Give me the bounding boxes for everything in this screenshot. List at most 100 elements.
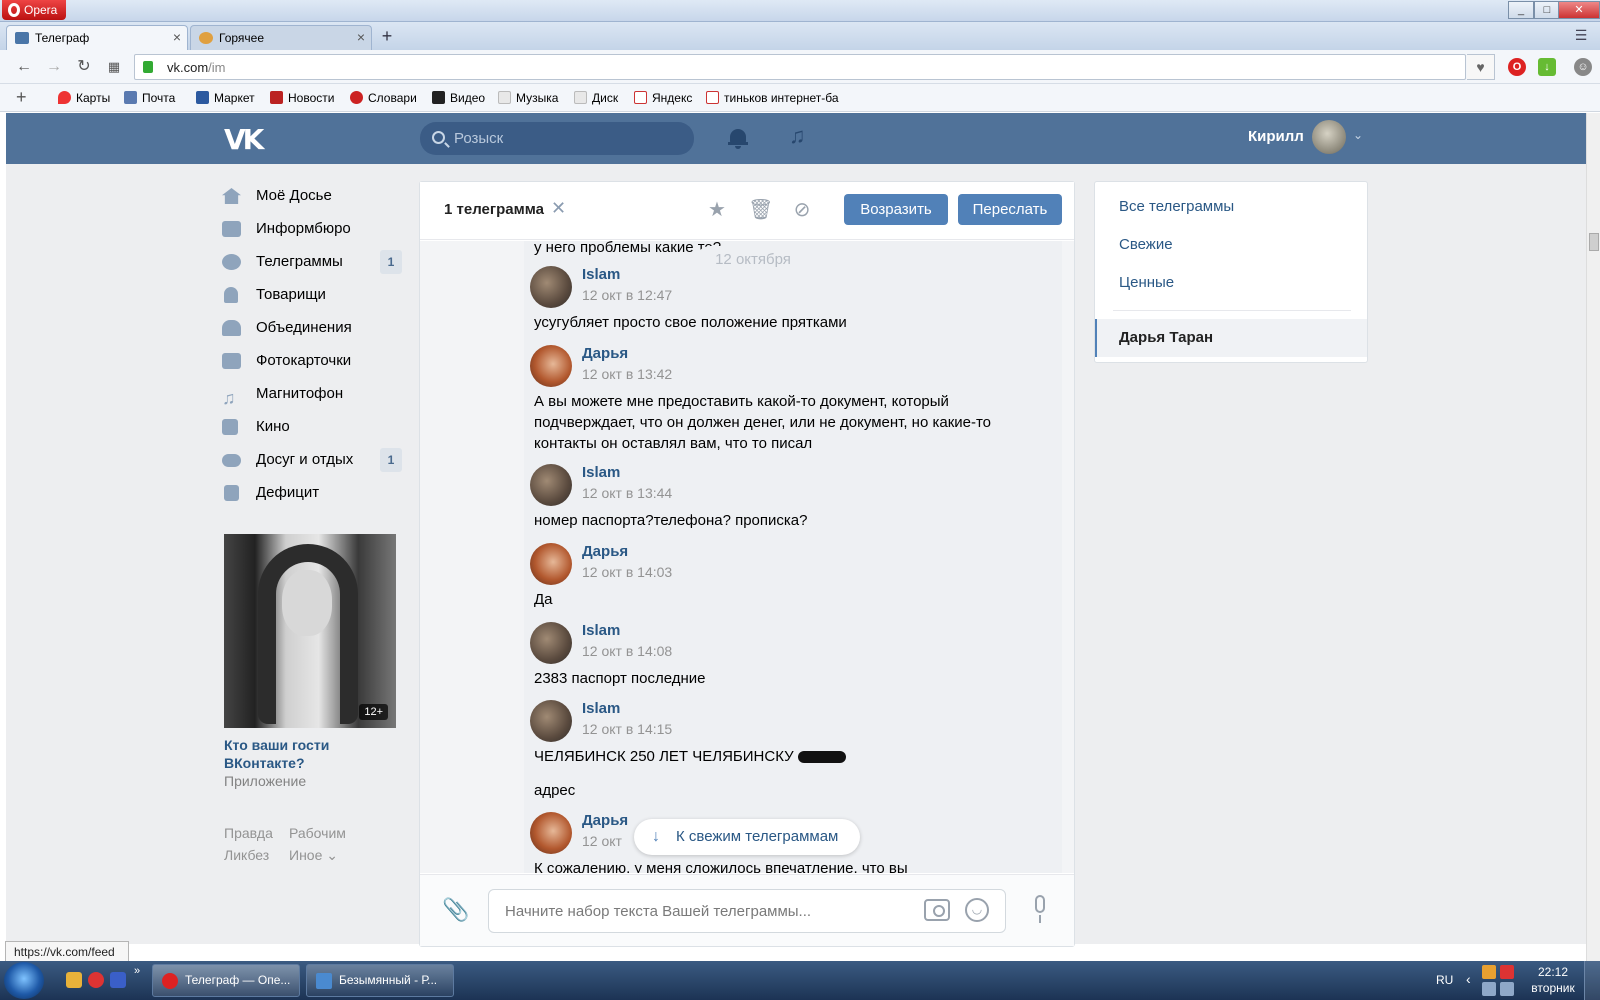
- menu-item-groups[interactable]: Объединения: [222, 313, 402, 343]
- star-icon[interactable]: ★: [705, 198, 729, 222]
- notifications-bell-icon[interactable]: [728, 127, 748, 149]
- bookmark-heart-button[interactable]: ♥: [1467, 54, 1495, 80]
- message-author[interactable]: Islam: [582, 700, 620, 717]
- language-indicator[interactable]: RU: [1436, 973, 1453, 987]
- music-player-icon[interactable]: ♫: [789, 125, 813, 149]
- bookmark-yandex[interactable]: Яндекс: [634, 91, 692, 105]
- avatar[interactable]: [530, 464, 572, 506]
- scrollbar-thumb[interactable]: [1589, 233, 1599, 251]
- message-author[interactable]: Дарья: [582, 812, 628, 829]
- tab-menu-icon[interactable]: ☰: [1570, 27, 1592, 47]
- search-input[interactable]: [454, 129, 674, 148]
- forward-button[interactable]: Переслать: [958, 194, 1062, 225]
- bookmark-music[interactable]: Музыка: [498, 91, 558, 105]
- taskbar-item-paint[interactable]: Безымянный - Р...: [306, 964, 454, 997]
- media-player-icon[interactable]: [66, 972, 82, 988]
- footer-link-blog[interactable]: Правда: [224, 825, 273, 841]
- trash-icon[interactable]: 🗑: [748, 198, 773, 222]
- bookmark-market[interactable]: Маркет: [196, 91, 255, 105]
- reply-button[interactable]: Возразить: [844, 194, 948, 225]
- filter-important[interactable]: Ценные: [1119, 274, 1174, 291]
- tab-goryachee[interactable]: Горячее ×: [190, 25, 372, 50]
- tab-close-icon[interactable]: ×: [173, 29, 181, 45]
- account-icon[interactable]: ☺: [1574, 58, 1592, 76]
- bookmark-maps[interactable]: Карты: [58, 91, 110, 105]
- ad-title[interactable]: Кто ваши гости ВКонтакте?: [224, 736, 396, 772]
- footer-link-developers[interactable]: Рабочим: [289, 825, 346, 841]
- menu-item-friends[interactable]: Товарищи: [222, 280, 402, 310]
- download-icon[interactable]: ↓: [1538, 58, 1556, 76]
- opera-menu-button[interactable]: Opera: [2, 0, 66, 20]
- camera-icon[interactable]: [924, 899, 950, 921]
- microphone-icon[interactable]: [1032, 895, 1048, 923]
- user-name[interactable]: Кирилл: [1248, 128, 1304, 145]
- bookmark-disk[interactable]: Диск: [574, 91, 618, 105]
- active-dialog-item[interactable]: Дарья Таран: [1095, 319, 1367, 357]
- block-spam-icon[interactable]: ⊘: [790, 198, 814, 222]
- minimize-button[interactable]: _: [1508, 1, 1534, 19]
- bookmark-dictionaries[interactable]: Словари: [350, 91, 417, 105]
- page-scrollbar[interactable]: [1586, 113, 1600, 961]
- system-clock[interactable]: 22:12 вторник: [1530, 964, 1576, 996]
- chevron-down-icon[interactable]: ⌄: [1353, 128, 1363, 142]
- address-bar[interactable]: vk.com/im: [134, 54, 1466, 80]
- footer-link-about[interactable]: Ликбез: [224, 847, 269, 863]
- opera-quicklaunch-icon[interactable]: [88, 972, 104, 988]
- menu-item-games[interactable]: Досуг и отдых 1: [222, 445, 402, 475]
- message-author[interactable]: Дарья: [582, 345, 628, 362]
- quicklaunch-expand-icon[interactable]: »: [134, 965, 140, 977]
- new-tab-button[interactable]: +: [376, 26, 398, 48]
- avatar[interactable]: [530, 700, 572, 742]
- opera-extension-icon[interactable]: O: [1508, 58, 1526, 76]
- message-author[interactable]: Islam: [582, 464, 620, 481]
- selected-message-block[interactable]: у него проблемы какие то? Islam 12 окт в…: [524, 241, 1062, 873]
- user-avatar[interactable]: [1312, 120, 1346, 154]
- menu-item-news[interactable]: Информбюро: [222, 214, 402, 244]
- message-author[interactable]: Islam: [582, 266, 620, 283]
- clear-selection-icon[interactable]: ✕: [551, 198, 566, 219]
- emoji-icon[interactable]: ◡: [965, 898, 989, 922]
- avatar[interactable]: [530, 622, 572, 664]
- tray-volume-icon[interactable]: [1482, 982, 1496, 996]
- filter-unread[interactable]: Свежие: [1119, 236, 1173, 253]
- show-desktop-button[interactable]: [1584, 961, 1600, 1000]
- back-button[interactable]: ←: [14, 58, 34, 78]
- bookmark-video[interactable]: Видео: [432, 91, 485, 105]
- tray-display-icon[interactable]: [1500, 982, 1514, 996]
- avatar[interactable]: [530, 543, 572, 585]
- taskbar-item-opera[interactable]: Телеграф — Опе...: [152, 964, 300, 997]
- menu-item-messages[interactable]: Телеграммы 1: [222, 247, 402, 277]
- message-author[interactable]: Islam: [582, 622, 620, 639]
- avatar[interactable]: [530, 345, 572, 387]
- footer-link-more[interactable]: Иное ⌄: [289, 847, 338, 864]
- menu-item-music[interactable]: ♫ Магнитофон: [222, 379, 402, 409]
- start-button[interactable]: [4, 962, 44, 999]
- tray-expand-icon[interactable]: ‹: [1466, 971, 1471, 987]
- menu-item-photos[interactable]: Фотокарточки: [222, 346, 402, 376]
- tab-close-icon[interactable]: ×: [357, 29, 365, 45]
- app-quicklaunch-icon[interactable]: [110, 972, 126, 988]
- avatar[interactable]: [530, 812, 572, 854]
- message-author[interactable]: Дарья: [582, 543, 628, 560]
- menu-item-profile[interactable]: Моё Досье: [222, 181, 402, 211]
- close-window-button[interactable]: ✕: [1558, 1, 1600, 19]
- avatar[interactable]: [530, 266, 572, 308]
- menu-item-video[interactable]: Кино: [222, 412, 402, 442]
- bookmark-mail[interactable]: Почта: [124, 91, 175, 105]
- ad-image[interactable]: 12+: [224, 534, 396, 728]
- add-bookmark-button[interactable]: +: [16, 87, 27, 108]
- tray-app-icon[interactable]: [1482, 965, 1496, 979]
- reload-button[interactable]: ↻: [74, 58, 94, 78]
- bookmark-tinkoff[interactable]: тиньков интернет-ба: [706, 91, 839, 105]
- vk-logo-icon[interactable]: VK: [224, 123, 266, 156]
- menu-item-market[interactable]: Дефицит: [222, 478, 402, 508]
- speed-dial-icon[interactable]: ▦: [104, 58, 124, 78]
- filter-all-messages[interactable]: Все телеграммы: [1119, 198, 1234, 215]
- bookmark-news[interactable]: Новости: [270, 91, 334, 105]
- tray-network-warning-icon[interactable]: [1500, 965, 1514, 979]
- scroll-to-fresh-button[interactable]: ↓ К свежим телеграммам: [634, 819, 860, 855]
- maximize-button[interactable]: □: [1534, 1, 1560, 19]
- search-box[interactable]: [420, 122, 694, 155]
- paperclip-icon[interactable]: 📎: [442, 897, 469, 923]
- message-history[interactable]: у него проблемы какие то? Islam 12 окт в…: [420, 241, 1074, 873]
